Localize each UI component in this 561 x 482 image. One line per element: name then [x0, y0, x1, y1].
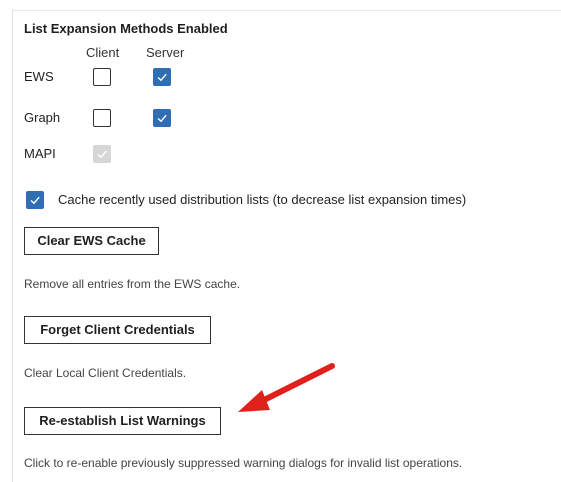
reestablish-list-warnings-button[interactable]: Re-establish List Warnings [24, 407, 221, 435]
cache-distribution-lists-label[interactable]: Cache recently used distribution lists (… [58, 192, 466, 207]
clear-ews-cache-description: Remove all entries from the EWS cache. [24, 277, 241, 291]
panel-left-border [12, 10, 13, 482]
forget-client-credentials-description: Clear Local Client Credentials. [24, 366, 187, 380]
graph-client-checkbox[interactable] [93, 109, 111, 127]
forget-client-credentials-button[interactable]: Forget Client Credentials [24, 316, 211, 344]
row-label-ews: EWS [24, 69, 54, 84]
checkmark-icon [157, 73, 167, 82]
graph-server-checkbox[interactable] [153, 109, 171, 127]
panel-top-border [12, 10, 561, 11]
section-title: List Expansion Methods Enabled [24, 21, 228, 36]
ews-client-checkbox[interactable] [93, 68, 111, 86]
clear-ews-cache-button[interactable]: Clear EWS Cache [24, 227, 159, 255]
column-header-client: Client [86, 45, 120, 60]
ews-server-checkbox[interactable] [153, 68, 171, 86]
settings-panel: List Expansion Methods Enabled Client Se… [0, 0, 561, 482]
checkmark-icon [97, 150, 107, 159]
reestablish-list-warnings-description: Click to re-enable previously suppressed… [24, 456, 463, 470]
row-label-mapi: MAPI [24, 146, 56, 161]
column-header-server: Server [146, 45, 185, 60]
row-label-graph: Graph [24, 110, 61, 125]
mapi-client-checkbox [93, 145, 111, 163]
cache-distribution-lists-checkbox[interactable] [26, 191, 44, 209]
checkmark-icon [157, 114, 167, 123]
annotation-arrow-icon [238, 363, 335, 412]
checkmark-icon [30, 196, 40, 205]
